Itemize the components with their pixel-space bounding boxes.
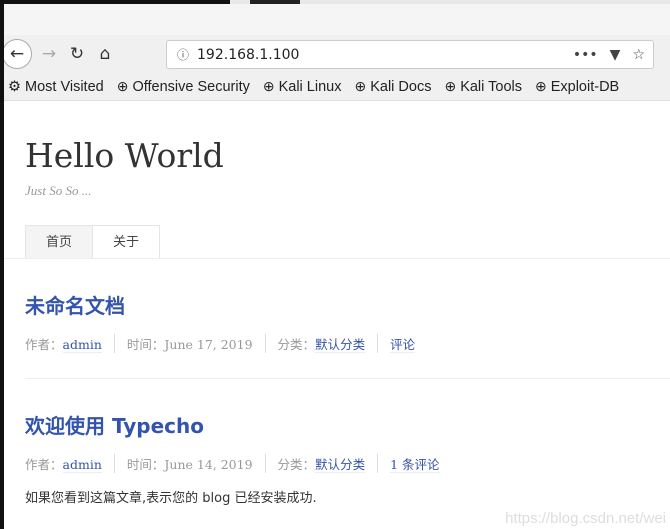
globe-icon: ⊕ (444, 78, 457, 94)
divider (25, 378, 670, 379)
post: 未命名文档 作者：admin 时间：June 17, 2019 分类：默认分类 … (25, 290, 670, 353)
post-date: June 17, 2019 (164, 337, 253, 352)
author-label: 作者： (25, 337, 63, 352)
url-text[interactable]: 192.168.1.100 (197, 47, 299, 63)
tab-bar (0, 4, 670, 35)
post: 欢迎使用 Typecho 作者：admin 时间：June 14, 2019 分… (25, 410, 670, 506)
bookmark-kali-linux[interactable]: ⊕ Kali Linux (263, 78, 342, 95)
star-icon[interactable]: ☆ (632, 47, 645, 63)
site-nav: 首页 关于 (25, 225, 161, 259)
author-link[interactable]: admin (62, 457, 102, 473)
category-link[interactable]: 默认分类 (315, 457, 366, 473)
bookmark-label: Kali Tools (460, 78, 522, 95)
bookmark-offensive-security[interactable]: ⊕ Offensive Security (117, 78, 250, 95)
bookmark-label: Offensive Security (132, 78, 250, 95)
category-label: 分类： (277, 337, 316, 352)
site-description: Just So So ... (25, 183, 92, 198)
watermark: https://blog.csdn.net/wei (505, 510, 666, 527)
window-edge (0, 0, 4, 529)
bookmark-most-visited[interactable]: ⚙ Most Visited (8, 79, 104, 95)
gear-icon: ⚙ (8, 78, 21, 95)
time-label: 时间： (126, 457, 165, 472)
url-bar[interactable]: ⓘ 192.168.1.100 ••• ▼ ☆ (166, 40, 654, 69)
time-label: 时间： (126, 337, 165, 352)
nav-home[interactable]: 首页 (25, 225, 94, 259)
author-link[interactable]: admin (62, 337, 102, 353)
reload-icon[interactable]: ↻ (63, 40, 91, 68)
bookmark-kali-tools[interactable]: ⊕ Kali Tools (444, 78, 522, 95)
category-link[interactable]: 默认分类 (315, 337, 366, 353)
globe-icon: ⊕ (354, 78, 367, 94)
post-meta: 作者：admin 时间：June 17, 2019 分类：默认分类 评论 (25, 334, 670, 353)
nav-toolbar: ← → ↻ ⌂ ⓘ 192.168.1.100 ••• ▼ ☆ (0, 35, 670, 73)
post-meta: 作者：admin 时间：June 14, 2019 分类：默认分类 1 条评论 (25, 454, 670, 473)
category-label: 分类： (277, 457, 316, 472)
forward-arrow-icon[interactable]: → (35, 40, 63, 68)
bookmark-kali-docs[interactable]: ⊕ Kali Docs (354, 78, 431, 95)
globe-icon: ⊕ (534, 78, 547, 94)
bookmark-label: Most Visited (25, 78, 104, 95)
page-content: Hello World Just So So ... 首页 关于 未命名文档 作… (4, 101, 670, 529)
post-title[interactable]: 欢迎使用 Typecho (25, 410, 670, 439)
globe-icon: ⊕ (262, 78, 275, 94)
post-title[interactable]: 未命名文档 (25, 290, 670, 319)
bookmark-exploit-db[interactable]: ⊕ Exploit-DB (535, 78, 619, 95)
post-date: June 14, 2019 (164, 457, 253, 472)
bookmark-label: Kali Docs (370, 78, 432, 95)
more-icon[interactable]: ••• (573, 47, 598, 63)
info-icon[interactable]: ⓘ (177, 46, 189, 63)
bookmark-label: Exploit-DB (550, 78, 620, 95)
post-body: 如果您看到这篇文章,表示您的 blog 已经安装成功. (25, 491, 317, 506)
back-arrow-icon[interactable]: ← (2, 39, 32, 69)
comments-link[interactable]: 评论 (390, 337, 416, 353)
divider (4, 258, 670, 259)
comments-link[interactable]: 1 条评论 (390, 457, 440, 473)
site-title[interactable]: Hello World (25, 136, 224, 175)
bookmarks-bar: ⚙ Most Visited ⊕ Offensive Security ⊕ Kali … (0, 73, 670, 101)
author-label: 作者： (25, 457, 63, 472)
pocket-icon[interactable]: ▼ (610, 47, 621, 63)
nav-about[interactable]: 关于 (93, 225, 161, 259)
home-icon[interactable]: ⌂ (91, 40, 119, 68)
globe-icon: ⊕ (116, 78, 129, 94)
bookmark-label: Kali Linux (278, 78, 342, 95)
